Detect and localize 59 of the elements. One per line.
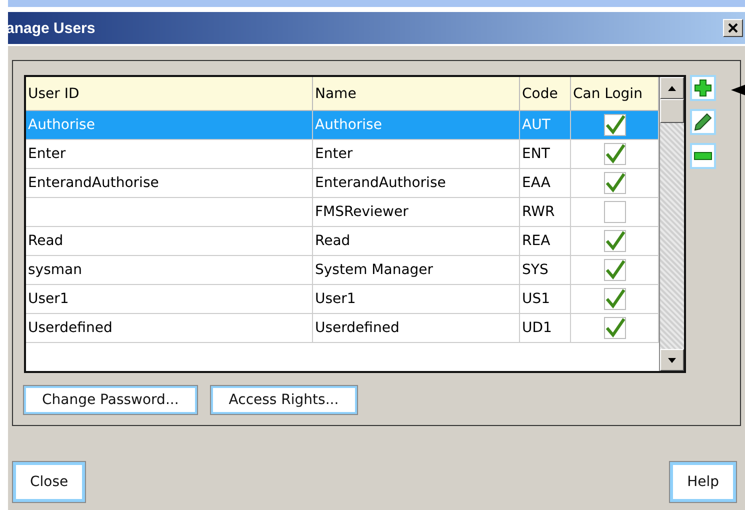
table-row[interactable]: FMSReviewer RWR bbox=[26, 198, 658, 226]
table-cell: Enter bbox=[315, 146, 353, 162]
minus-icon bbox=[694, 152, 712, 160]
table-row[interactable]: User1 User1 US1 bbox=[26, 284, 658, 314]
table-cell: RWR bbox=[522, 204, 555, 220]
checkbox[interactable] bbox=[604, 143, 626, 165]
table-cell: FMSReviewer bbox=[315, 204, 408, 220]
table-cell: User1 bbox=[315, 291, 356, 307]
table-cell: REA bbox=[522, 233, 550, 249]
table-cell: Authorise bbox=[315, 117, 382, 133]
table-cell: Read bbox=[28, 233, 64, 249]
table-row[interactable]: Enter Enter ENT bbox=[26, 140, 658, 168]
checkbox[interactable] bbox=[604, 259, 626, 281]
table-cell: SYS bbox=[522, 262, 548, 278]
table-cell: EnterandAuthorise bbox=[28, 175, 159, 191]
column-header[interactable]: Name bbox=[312, 77, 520, 110]
checkbox[interactable] bbox=[604, 230, 626, 252]
checkbox[interactable] bbox=[604, 317, 626, 339]
panel-button[interactable]: Access Rights... bbox=[210, 386, 357, 414]
table-row[interactable]: EnterandAuthorise EnterandAuthorise EAA bbox=[26, 168, 658, 198]
table-cell: AUT bbox=[522, 117, 550, 133]
table-cell: EnterandAuthorise bbox=[315, 175, 446, 191]
table-cell: ENT bbox=[522, 146, 550, 162]
table-cell: UD1 bbox=[522, 320, 552, 336]
add-button[interactable] bbox=[690, 75, 716, 101]
table-cell: Userdefined bbox=[28, 320, 112, 336]
down-triangle-icon bbox=[668, 358, 676, 362]
table-cell: EAA bbox=[522, 175, 550, 191]
column-header[interactable]: Can Login bbox=[570, 77, 658, 110]
pencil-icon bbox=[694, 113, 712, 131]
checkbox[interactable] bbox=[604, 288, 626, 310]
table-cell: User1 bbox=[28, 291, 69, 307]
scrollbar-thumb[interactable] bbox=[660, 99, 684, 123]
checkbox[interactable] bbox=[604, 114, 626, 136]
footer-button[interactable]: Help bbox=[670, 462, 736, 502]
close-icon[interactable] bbox=[723, 19, 743, 37]
table-cell: Authorise bbox=[28, 117, 95, 133]
table-cell: US1 bbox=[522, 291, 550, 307]
window-title: anage Users bbox=[6, 20, 96, 36]
checkbox[interactable] bbox=[604, 172, 626, 194]
up-triangle-icon bbox=[668, 86, 676, 90]
panel-button[interactable]: Change Password... bbox=[24, 386, 197, 414]
table-row[interactable]: Userdefined Userdefined UD1 bbox=[26, 314, 658, 342]
checkbox[interactable] bbox=[604, 201, 626, 223]
table-cell: Userdefined bbox=[315, 320, 400, 336]
scroll-down-button[interactable] bbox=[660, 349, 684, 371]
footer-button[interactable]: Close bbox=[13, 462, 86, 502]
table-cell: System Manager bbox=[315, 262, 434, 278]
table-row[interactable]: sysman System Manager SYS bbox=[26, 256, 658, 284]
column-header[interactable]: Code bbox=[520, 77, 570, 110]
plus-icon bbox=[694, 79, 712, 97]
remove-button[interactable] bbox=[690, 143, 716, 169]
table-row[interactable]: Read Read REA bbox=[26, 226, 658, 256]
edit-button[interactable] bbox=[690, 109, 716, 135]
table-cell: Read bbox=[315, 233, 350, 249]
table-cell: sysman bbox=[28, 262, 82, 278]
column-header[interactable]: User ID bbox=[26, 77, 312, 110]
table-cell: Enter bbox=[28, 146, 66, 162]
scroll-up-button[interactable] bbox=[660, 77, 684, 99]
